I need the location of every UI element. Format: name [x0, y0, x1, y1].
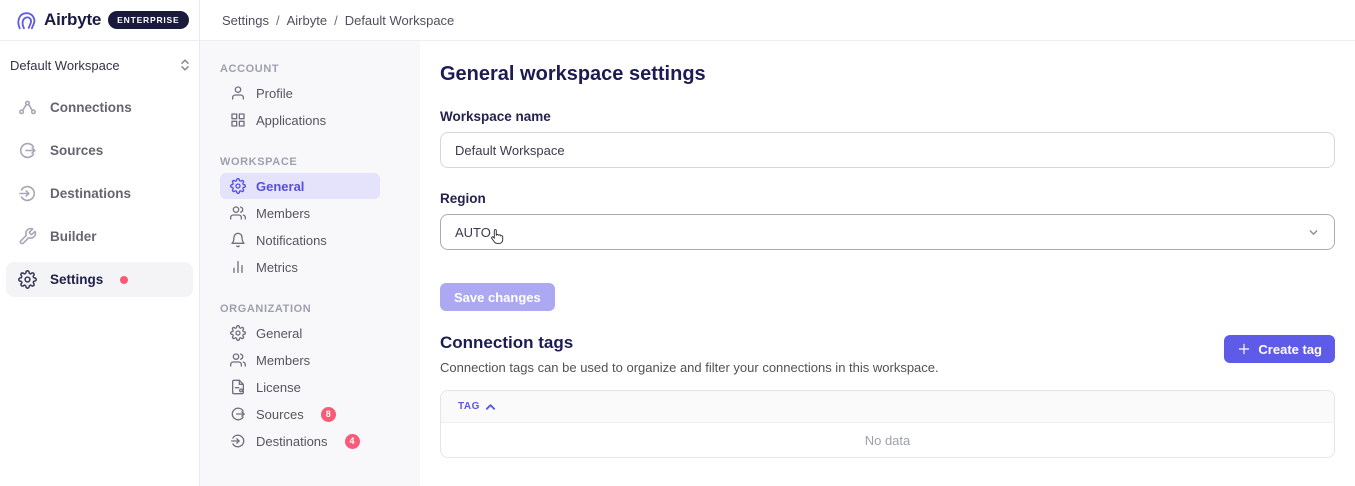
sidebar-item-label: Connections: [50, 100, 132, 115]
sidebar-item-label: Builder: [50, 229, 97, 244]
subnav-item-org-destinations[interactable]: Destinations 4: [220, 428, 380, 454]
breadcrumb-separator: /: [276, 13, 280, 28]
person-icon: [230, 85, 246, 101]
settings-subnav: ACCOUNT Profile Applications WORKSPACE: [200, 41, 420, 486]
connections-icon: [18, 98, 37, 117]
subnav-item-label: General: [256, 179, 304, 194]
subnav-item-org-sources[interactable]: Sources 8: [220, 401, 380, 427]
subnav-item-org-members[interactable]: Members: [220, 347, 380, 373]
subnav-item-label: Metrics: [256, 260, 298, 275]
subnav-item-metrics[interactable]: Metrics: [220, 254, 380, 280]
airbyte-logo-icon: [15, 9, 37, 31]
table-empty-state: No data: [441, 423, 1334, 457]
sidebar-item-sources[interactable]: Sources: [6, 133, 193, 168]
settings-gear-icon: [230, 325, 246, 341]
subnav-item-applications[interactable]: Applications: [220, 107, 380, 133]
workspace-selector[interactable]: Default Workspace: [10, 50, 191, 80]
subnav-item-label: License: [256, 380, 301, 395]
connection-tags-header: Connection tags Connection tags can be u…: [440, 333, 1335, 375]
tag-column-header[interactable]: TAG: [458, 401, 496, 412]
brand-name: Airbyte: [44, 10, 101, 30]
breadcrumb-bar: Settings / Airbyte / Default Workspace: [200, 0, 1355, 41]
destinations-icon: [18, 184, 37, 203]
sort-ascending-icon: [485, 403, 496, 411]
builder-wrench-icon: [18, 227, 37, 246]
content-row: ACCOUNT Profile Applications WORKSPACE: [200, 41, 1355, 486]
right-column: Settings / Airbyte / Default Workspace A…: [200, 0, 1355, 486]
settings-gear-icon: [18, 270, 37, 289]
subnav-item-license[interactable]: License: [220, 374, 380, 400]
section-title-workspace: WORKSPACE: [220, 156, 400, 168]
subnav-item-label: Members: [256, 353, 310, 368]
sidebar-item-destinations[interactable]: Destinations: [6, 176, 193, 211]
section-title-account: ACCOUNT: [220, 63, 400, 75]
license-document-icon: [230, 379, 246, 395]
sources-icon: [18, 141, 37, 160]
destinations-count-badge: 4: [345, 434, 360, 449]
region-label: Region: [440, 191, 1335, 206]
subnav-item-label: Profile: [256, 86, 293, 101]
workspace-selector-value: Default Workspace: [10, 58, 120, 73]
bar-chart-icon: [230, 259, 246, 275]
subnav-item-label: Notifications: [256, 233, 327, 248]
subnav-item-org-general[interactable]: General: [220, 320, 380, 346]
workspace-name-input[interactable]: [440, 132, 1335, 168]
sidebar-item-label: Settings: [50, 272, 103, 287]
connection-tags-table: TAG No data: [440, 390, 1335, 458]
members-icon: [230, 352, 246, 368]
workspace-name-label: Workspace name: [440, 109, 1335, 124]
mouse-cursor: [488, 228, 505, 245]
chevrons-up-down-icon: [179, 58, 191, 72]
subnav-item-label: Members: [256, 206, 310, 221]
connection-tags-title: Connection tags: [440, 333, 939, 353]
sidebar-item-builder[interactable]: Builder: [6, 219, 193, 254]
tag-column-label: TAG: [458, 401, 480, 412]
subnav-item-label: Applications: [256, 113, 326, 128]
region-select[interactable]: AUTO: [440, 214, 1335, 250]
plus-icon: [1237, 342, 1251, 356]
connection-tags-description: Connection tags can be used to organize …: [440, 360, 939, 375]
sources-icon: [230, 406, 246, 422]
subnav-item-label: Destinations: [256, 434, 328, 449]
breadcrumb-settings[interactable]: Settings: [222, 13, 269, 28]
settings-gear-icon: [230, 178, 246, 194]
subnav-item-workspace-members[interactable]: Members: [220, 200, 380, 226]
subnav-item-notifications[interactable]: Notifications: [220, 227, 380, 253]
breadcrumb-airbyte[interactable]: Airbyte: [287, 13, 327, 28]
sidebar-item-connections[interactable]: Connections: [6, 90, 193, 125]
connection-tags-titles: Connection tags Connection tags can be u…: [440, 333, 939, 375]
page-title: General workspace settings: [440, 63, 1335, 86]
enterprise-badge: ENTERPRISE: [108, 11, 188, 29]
subnav-item-workspace-general[interactable]: General: [220, 173, 380, 199]
sidebar-item-label: Destinations: [50, 186, 131, 201]
create-tag-button[interactable]: Create tag: [1224, 335, 1335, 363]
sidebar-nav: Connections Sources Destinations: [0, 80, 199, 305]
subnav-item-profile[interactable]: Profile: [220, 80, 380, 106]
sources-count-badge: 8: [321, 407, 336, 422]
table-header-row: TAG: [441, 391, 1334, 423]
region-select-value: AUTO: [455, 225, 491, 240]
chevron-down-icon: [1307, 226, 1320, 239]
bell-icon: [230, 232, 246, 248]
sidebar-item-label: Sources: [50, 143, 103, 158]
logo-row: Airbyte ENTERPRISE: [0, 0, 199, 41]
sidebar-item-settings[interactable]: Settings: [6, 262, 193, 297]
settings-notification-dot: [120, 276, 128, 284]
breadcrumb-default-workspace[interactable]: Default Workspace: [345, 13, 455, 28]
create-tag-label: Create tag: [1258, 342, 1322, 357]
main-sidebar: Airbyte ENTERPRISE Default Workspace Con…: [0, 0, 200, 486]
destinations-icon: [230, 433, 246, 449]
main-content: General workspace settings Workspace nam…: [420, 41, 1355, 486]
subnav-item-label: General: [256, 326, 302, 341]
subnav-item-label: Sources: [256, 407, 304, 422]
members-icon: [230, 205, 246, 221]
app-window: Airbyte ENTERPRISE Default Workspace Con…: [0, 0, 1355, 486]
section-title-organization: ORGANIZATION: [220, 303, 400, 315]
breadcrumb-separator: /: [334, 13, 338, 28]
save-changes-button[interactable]: Save changes: [440, 283, 555, 311]
grid-icon: [230, 112, 246, 128]
